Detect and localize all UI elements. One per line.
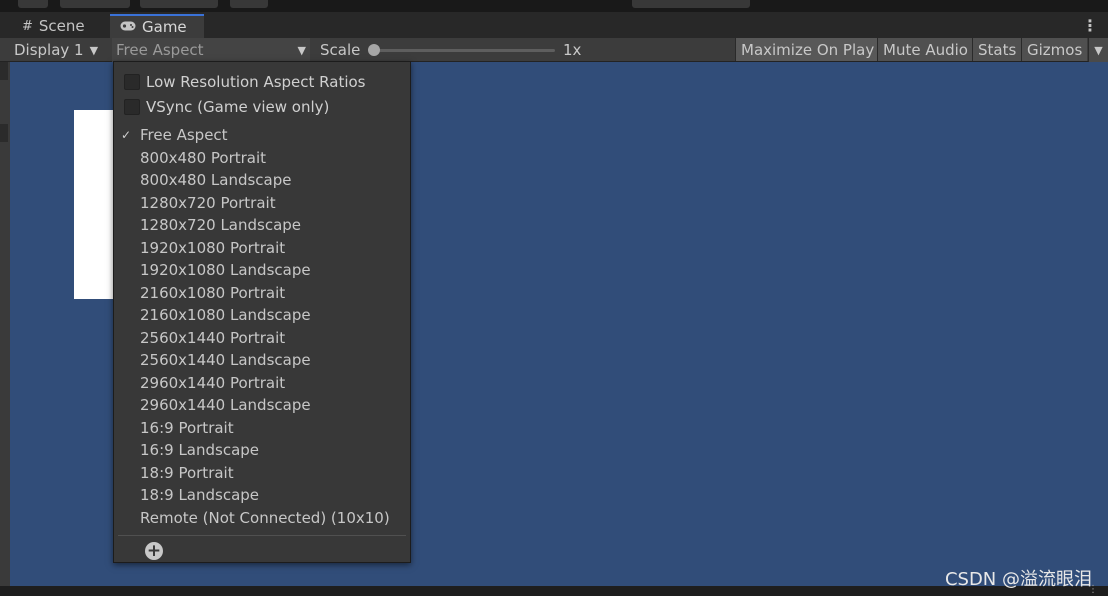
aspect-item[interactable]: 1920x1080 Portrait [114, 237, 410, 260]
stats-button[interactable]: Stats [972, 38, 1022, 61]
aspect-item-label: 2960x1440 Landscape [140, 396, 311, 415]
aspect-item[interactable]: 800x480 Portrait [114, 147, 410, 170]
caret-down-icon: ▼ [1094, 43, 1103, 57]
panel-edge-mark [0, 124, 8, 142]
plus-circle-icon: + [146, 540, 162, 561]
aspect-item[interactable]: 18:9 Portrait [114, 462, 410, 485]
aspect-item-label: 1920x1080 Landscape [140, 261, 311, 280]
vsync-label: VSync (Game view only) [146, 98, 330, 116]
gizmos-button[interactable]: Gizmos [1021, 38, 1088, 61]
aspect-select-label: Free Aspect [116, 41, 204, 59]
aspect-item-label: 16:9 Landscape [140, 441, 260, 460]
aspect-item-label: 800x480 Portrait [140, 148, 267, 167]
scale-value: 1x [563, 41, 582, 59]
aspect-select[interactable]: Free Aspect ▼ [112, 38, 310, 62]
aspect-item-label: 2160x1080 Landscape [140, 306, 311, 325]
aspect-item-label: 800x480 Landscape [140, 171, 292, 190]
aspect-dropdown-menu: Low Resolution Aspect Ratios VSync (Game… [113, 61, 411, 563]
aspect-item[interactable]: 16:9 Landscape [114, 439, 410, 462]
aspect-item[interactable]: 16:9 Portrait [114, 417, 410, 440]
grid-icon: # [22, 18, 33, 34]
aspect-item[interactable]: 800x480 Landscape [114, 169, 410, 192]
low-resolution-label: Low Resolution Aspect Ratios [146, 73, 366, 91]
checkbox[interactable] [124, 74, 140, 90]
aspect-item-label: 1280x720 Landscape [140, 216, 302, 235]
aspect-item[interactable]: 1280x720 Portrait [114, 192, 410, 215]
caret-down-icon: ▼ [89, 43, 99, 57]
aspect-item[interactable]: 2960x1440 Landscape [114, 394, 410, 417]
aspect-item-label: 2560x1440 Portrait [140, 328, 286, 347]
tab-game[interactable]: Game [110, 14, 204, 38]
aspect-item-label: 2160x1080 Portrait [140, 283, 286, 302]
aspect-item[interactable]: 2560x1440 Portrait [114, 327, 410, 350]
aspect-item[interactable]: Remote (Not Connected) (10x10) [114, 507, 410, 530]
panel-edge-mark [0, 62, 8, 80]
left-panel-edge [0, 62, 10, 586]
vsync-option[interactable]: VSync (Game view only) [124, 96, 329, 118]
aspect-item-label: 18:9 Landscape [140, 486, 260, 505]
tab-game-label: Game [142, 18, 187, 36]
scale-label: Scale [320, 41, 361, 59]
top-strip [0, 0, 1108, 12]
aspect-item-label: 1280x720 Portrait [140, 193, 276, 212]
aspect-item-label: 1920x1080 Portrait [140, 238, 286, 257]
watermark: CSDN @溢流眼泪 [944, 569, 1092, 590]
game-object-white-rect [74, 110, 114, 299]
aspect-item[interactable]: 2160x1080 Portrait [114, 282, 410, 305]
add-aspect-button[interactable]: + [145, 542, 163, 560]
toolbar-stub [230, 0, 268, 8]
aspect-item[interactable]: 18:9 Landscape [114, 484, 410, 507]
toolbar-stub [140, 0, 218, 8]
scale-slider-track[interactable] [373, 49, 555, 52]
aspect-item[interactable]: 2560x1440 Landscape [114, 349, 410, 372]
scale-slider-handle[interactable] [368, 44, 380, 56]
aspect-item-label: Remote (Not Connected) (10x10) [140, 508, 390, 527]
gizmos-menu-caret[interactable]: ▼ [1088, 38, 1108, 62]
more-options-icon[interactable]: ⋮ [1082, 16, 1098, 35]
display-select-label: Display 1 [14, 41, 84, 59]
checkmark-icon: ✓ [121, 128, 132, 143]
aspect-item[interactable]: 2160x1080 Landscape [114, 304, 410, 327]
maximize-on-play-button[interactable]: Maximize On Play [735, 38, 880, 61]
tab-scene[interactable]: # Scene [12, 14, 110, 38]
aspect-item-label: 2960x1440 Portrait [140, 373, 286, 392]
aspect-item[interactable]: ✓ Free Aspect [114, 124, 410, 147]
caret-down-icon: ▼ [297, 43, 306, 57]
menu-divider [118, 535, 406, 536]
toolbar-stub [632, 0, 750, 8]
mute-audio-button[interactable]: Mute Audio [877, 38, 973, 61]
aspect-list: ✓ Free Aspect 800x480 Portrait 800x480 La… [114, 124, 410, 529]
toolbar-stub [18, 0, 48, 8]
tab-scene-label: Scene [38, 17, 85, 35]
aspect-item-label: 2560x1440 Landscape [140, 351, 311, 370]
aspect-item-label: Free Aspect [140, 126, 228, 145]
gamepad-icon [120, 20, 136, 35]
tab-bar: # Scene Game ⋮ [0, 12, 1108, 38]
checkbox[interactable] [124, 99, 140, 115]
aspect-item-label: 18:9 Portrait [140, 463, 234, 482]
display-select[interactable]: Display 1 ▼ [14, 38, 110, 62]
low-resolution-option[interactable]: Low Resolution Aspect Ratios [124, 71, 366, 93]
toolbar-stub [60, 0, 130, 8]
bottom-strip: ⋮ [0, 584, 1108, 596]
aspect-item[interactable]: 1920x1080 Landscape [114, 259, 410, 282]
aspect-item[interactable]: 2960x1440 Portrait [114, 372, 410, 395]
aspect-item[interactable]: 1280x720 Landscape [114, 214, 410, 237]
aspect-item-label: 16:9 Portrait [140, 418, 234, 437]
